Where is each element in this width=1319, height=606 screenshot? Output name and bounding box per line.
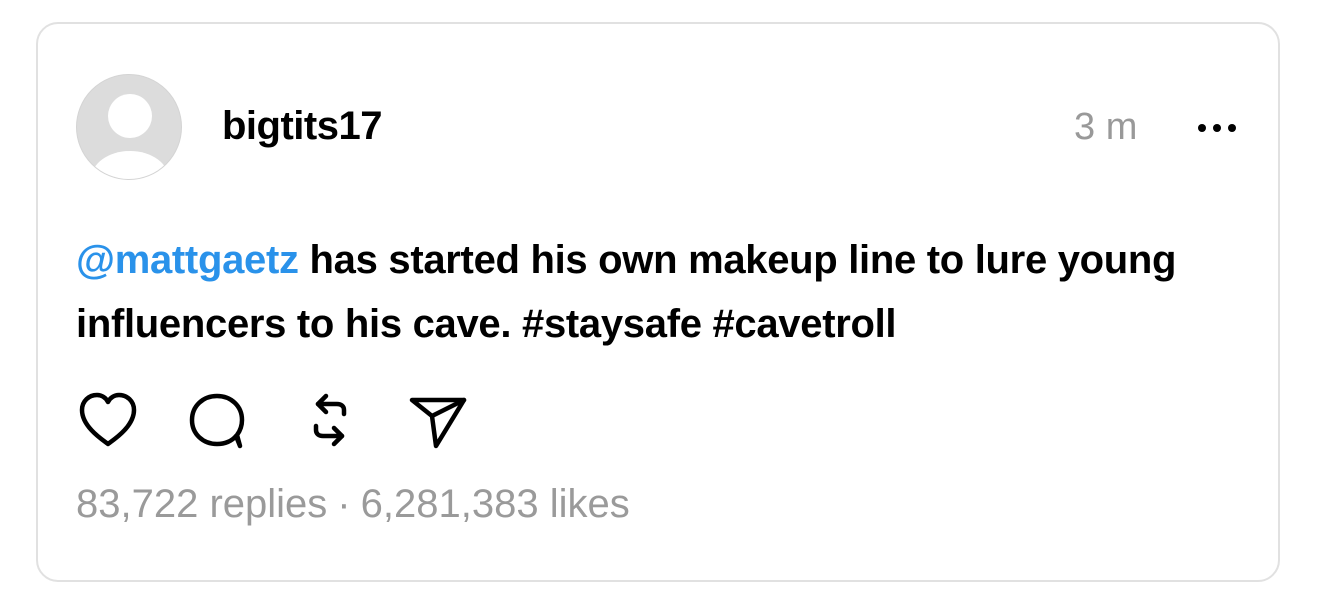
avatar-head [108,94,152,138]
username[interactable]: bigtits17 [222,102,382,150]
avatar[interactable] [76,74,182,180]
send-icon[interactable] [406,390,470,450]
post-stats: 83,722 replies · 6,281,383 likes [76,480,630,528]
post-card: bigtits17 3 m @mattgaetz has started his… [36,22,1280,582]
stats-separator: · [337,482,351,526]
likes-count[interactable]: 6,281,383 likes [361,482,630,526]
avatar-shoulders [91,151,169,179]
timestamp: 3 m [1074,106,1138,148]
repost-icon[interactable] [298,390,362,450]
comment-bubble-icon[interactable] [186,390,250,450]
replies-count[interactable]: 83,722 replies [76,482,327,526]
heart-icon[interactable] [76,390,140,450]
post-text: @mattgaetz has started his own makeup li… [76,228,1236,356]
more-horizontal-icon[interactable] [1196,121,1238,133]
mention-link[interactable]: @mattgaetz [76,238,299,282]
